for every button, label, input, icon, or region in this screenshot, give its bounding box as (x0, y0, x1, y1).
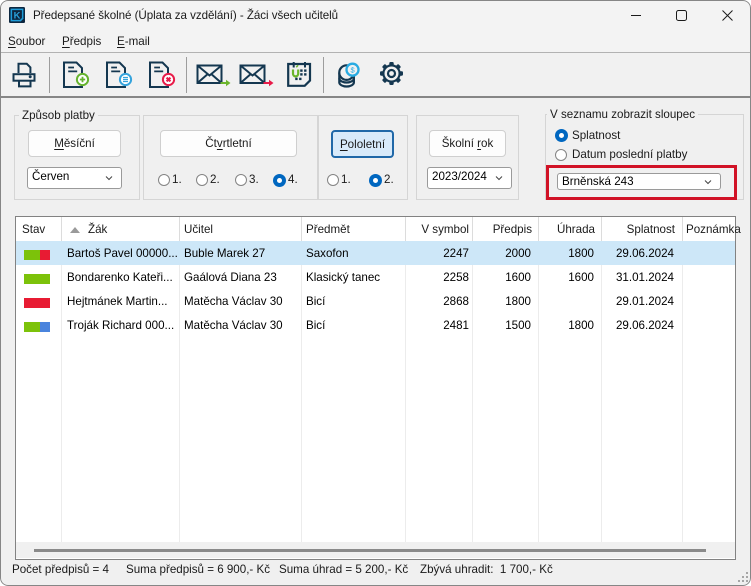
svg-text:K: K (14, 9, 21, 20)
